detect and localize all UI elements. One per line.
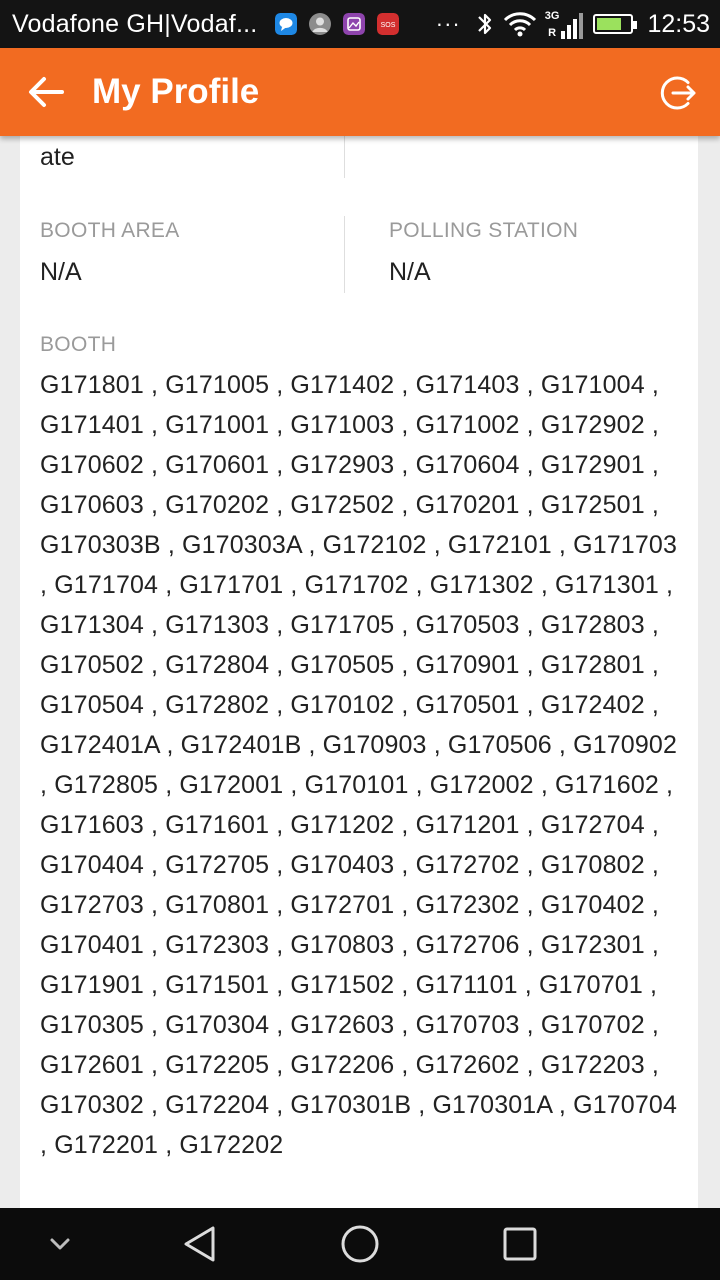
polling-station-label: POLLING STATION: [389, 219, 579, 242]
page-title: My Profile: [92, 72, 260, 111]
recents-button[interactable]: [490, 1208, 550, 1280]
booth-area-value: N/A: [40, 258, 82, 286]
wifi-icon: [503, 12, 536, 37]
recents-square-icon: [503, 1227, 537, 1261]
clock: 12:53: [647, 9, 710, 38]
battery-icon: [593, 14, 638, 34]
signal-icon: [561, 13, 584, 39]
message-icon: [275, 13, 298, 35]
back-triangle-icon: [184, 1226, 215, 1262]
hide-keyboard-button[interactable]: [30, 1208, 90, 1280]
network-type: 3G: [544, 10, 560, 22]
roaming-indicator: R: [548, 27, 557, 39]
back-button[interactable]: [170, 1208, 230, 1280]
column-divider: [344, 216, 345, 293]
carrier-name: Vodafone GH|Vodaf...: [12, 9, 258, 38]
sos-icon: SOS: [377, 13, 400, 35]
gallery-icon: [343, 13, 366, 35]
logout-icon[interactable]: [660, 74, 698, 112]
more-notifications-icon: ···: [435, 11, 461, 36]
bluetooth-icon: [477, 13, 491, 35]
column-divider: [344, 136, 345, 178]
booth-area-label: BOOTH AREA: [40, 219, 180, 242]
chevron-down-icon: [50, 1238, 70, 1250]
app-bar: My Profile: [0, 48, 720, 136]
truncated-field-value: ate: [40, 143, 75, 171]
notification-icons: SOS: [275, 13, 400, 35]
booth-label: BOOTH: [40, 333, 117, 356]
home-button[interactable]: [330, 1208, 390, 1280]
navigation-bar: [0, 1208, 720, 1280]
home-circle-icon: [341, 1225, 379, 1263]
svg-text:SOS: SOS: [381, 22, 396, 29]
arrow-left-icon[interactable]: [26, 74, 66, 110]
avatar-icon: [309, 13, 332, 35]
status-bar: Vodafone GH|Vodaf... SOS ··· 3G R 12:53: [0, 0, 720, 48]
profile-card: ate BOOTH AREA N/A POLLING STATION N/A B…: [20, 136, 698, 1208]
polling-station-value: N/A: [389, 258, 431, 286]
network-indicator: 3G R: [545, 9, 586, 39]
booth-list: G171801 , G171005 , G171402 , G171403 , …: [40, 371, 678, 1159]
